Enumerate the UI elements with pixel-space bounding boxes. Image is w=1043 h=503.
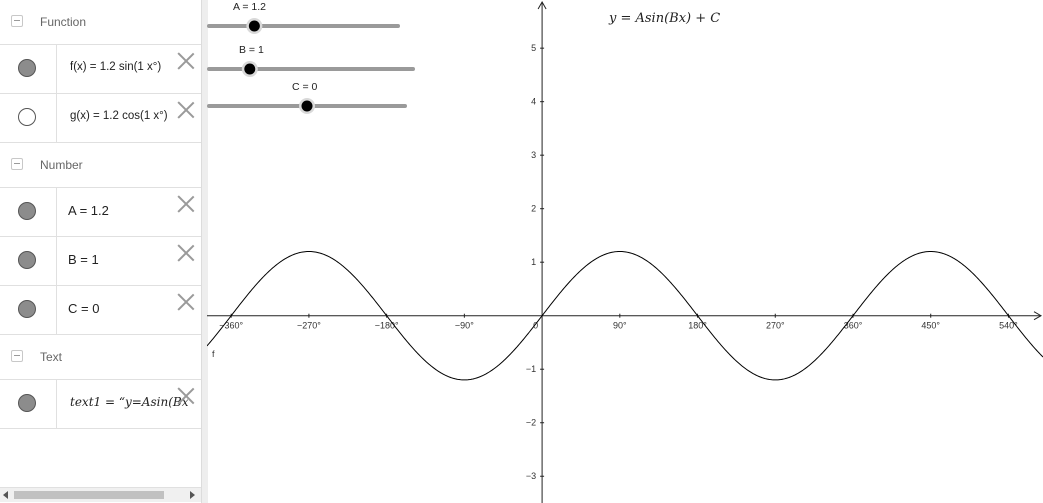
algebra-input[interactable]: A = 1.2 [68,203,186,218]
visibility-toggle[interactable] [0,286,57,334]
category-label: Text [40,350,63,364]
algebra-row-text1[interactable]: text1 = “y=Asin(Bx)+C” [0,380,201,429]
x-tick-label: −180° [375,321,399,331]
algebra-input[interactable]: g(x) = 1.2 cos(1 x°) [70,110,188,122]
visibility-toggle[interactable] [0,188,57,236]
visibility-toggle[interactable] [0,237,57,285]
delete-icon[interactable] [177,244,195,262]
graph-canvas[interactable]: −360° −270° −180° −90° 0 90° 180° 270° 360° 450° 5… [207,0,1043,503]
slider-c[interactable]: C = 0 [207,81,407,114]
marble-icon[interactable] [18,59,36,77]
y-tick-label: 3 [531,150,536,160]
x-tick-label: 360° [844,321,863,331]
marble-icon[interactable] [18,251,36,269]
category-function[interactable]: Function [0,0,201,45]
slider-knob[interactable] [248,20,260,32]
delete-icon[interactable] [177,52,195,70]
slider-b[interactable]: B = 1 [207,44,415,77]
algebra-input[interactable]: B = 1 [68,252,186,267]
graphics-view[interactable]: −360° −270° −180° −90° 0 90° 180° 270° 360° 450° 5… [207,0,1043,503]
x-tick-label: 90° [613,321,627,331]
category-label: Number [40,158,83,172]
algebra-input[interactable]: text1 = “y=Asin(Bx)+C” [70,395,188,409]
scroll-right-icon[interactable] [190,491,195,499]
x-tick-label: −270° [297,321,321,331]
y-tick-label: 1 [531,257,536,267]
collapse-icon[interactable] [11,15,23,27]
delete-icon[interactable] [177,293,195,311]
visibility-toggle[interactable] [0,45,57,93]
algebra-row-g[interactable]: g(x) = 1.2 cos(1 x°) [0,94,201,143]
y-tick-label: 2 [531,204,536,214]
x-tick-label: 450° [921,321,940,331]
y-tick-label: 4 [531,97,536,107]
y-tick-label: −1 [526,364,536,374]
slider-knob[interactable] [301,100,313,112]
marble-icon[interactable] [18,108,36,126]
algebra-input[interactable]: f(x) = 1.2 sin(1 x°) [70,61,188,73]
horizontal-scrollbar[interactable] [0,487,201,502]
x-tick-label: 180° [688,321,707,331]
collapse-icon[interactable] [11,158,23,170]
slider-a[interactable]: A = 1.2 [207,1,400,34]
visibility-toggle[interactable] [0,380,57,428]
x-tick-label: 270° [766,321,785,331]
delete-icon[interactable] [177,387,195,405]
marble-icon[interactable] [18,300,36,318]
curve-label-f: f [212,349,215,359]
category-text[interactable]: Text [0,335,201,380]
y-tick-label: −3 [526,471,536,481]
visibility-toggle[interactable] [0,94,57,142]
algebra-row-a[interactable]: A = 1.2 [0,188,201,237]
delete-icon[interactable] [177,195,195,213]
algebra-row-b[interactable]: B = 1 [0,237,201,286]
marble-icon[interactable] [18,394,36,412]
x-tick-label: 540° [999,321,1018,331]
category-number[interactable]: Number [0,143,201,188]
y-tick-label: 5 [531,43,536,53]
slider-label: B = 1 [239,44,264,56]
marble-icon[interactable] [18,202,36,220]
slider-label: A = 1.2 [233,1,266,13]
category-label: Function [40,15,87,29]
x-tick-label: −90° [455,321,474,331]
slider-label: C = 0 [292,81,318,93]
y-tick-label: −2 [526,418,536,428]
algebra-row-f[interactable]: f(x) = 1.2 sin(1 x°) [0,45,201,94]
graph-title-text[interactable]: y = Asin(Bx) + C [608,11,720,26]
collapse-icon[interactable] [11,350,23,362]
algebra-input[interactable]: C = 0 [68,301,186,316]
scrollbar-thumb[interactable] [14,491,164,499]
delete-icon[interactable] [177,101,195,119]
algebra-view: Function f(x) = 1.2 sin(1 x°) g(x) = 1.2… [0,0,201,503]
scroll-left-icon[interactable] [3,491,8,499]
algebra-row-c[interactable]: C = 0 [0,286,201,335]
slider-knob[interactable] [244,63,256,75]
